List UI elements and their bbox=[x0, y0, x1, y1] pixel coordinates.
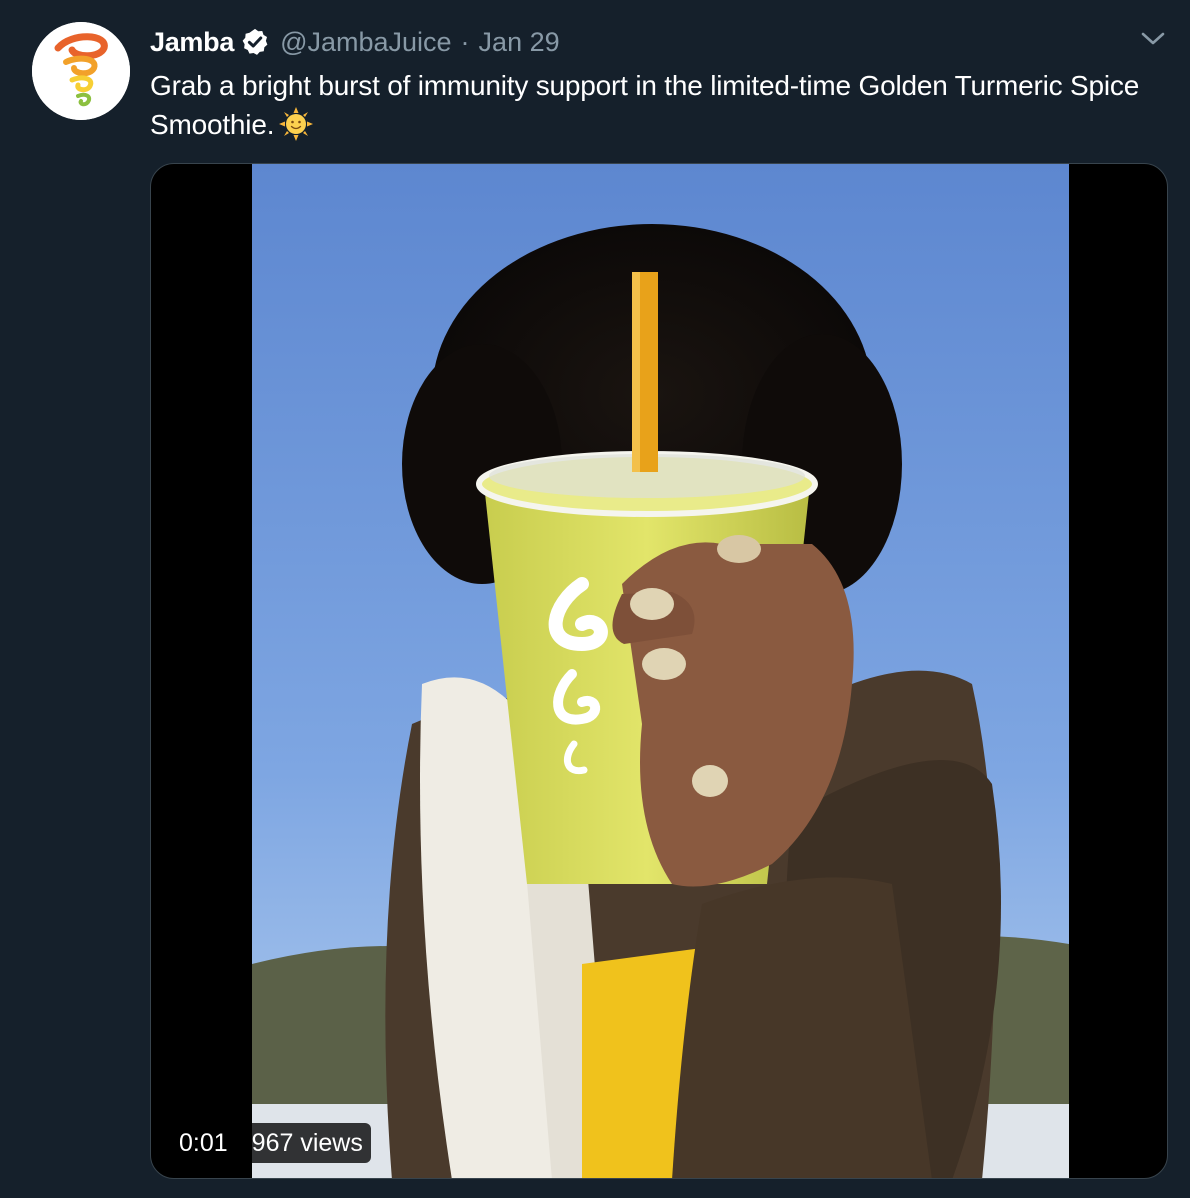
tweet-card[interactable]: Jamba @JambaJuice · Jan 29 Grab a bright… bbox=[0, 0, 1190, 1198]
author-name[interactable]: Jamba bbox=[150, 27, 234, 58]
jamba-swirl-logo bbox=[32, 22, 130, 120]
tweet-text: Grab a bright burst of immunity support … bbox=[150, 66, 1160, 144]
chevron-down-icon[interactable] bbox=[1138, 26, 1168, 52]
smoothie-photo bbox=[252, 164, 1069, 1178]
video-timestamp: 0:01 bbox=[171, 1123, 236, 1163]
tweet-header: Jamba @JambaJuice · Jan 29 bbox=[150, 24, 560, 60]
video-player[interactable]: 0:01 967 views bbox=[150, 163, 1168, 1179]
verified-badge-icon bbox=[240, 27, 270, 57]
sun-with-face-emoji bbox=[278, 106, 314, 142]
video-frame[interactable] bbox=[252, 164, 1069, 1178]
view-count: 967 views bbox=[243, 1123, 371, 1163]
separator-dot: · bbox=[460, 26, 470, 57]
video-overlay-badges: 0:01 967 views bbox=[171, 1123, 371, 1163]
avatar[interactable] bbox=[32, 22, 130, 120]
tweet-date[interactable]: Jan 29 bbox=[479, 27, 560, 58]
author-handle[interactable]: @JambaJuice bbox=[280, 27, 451, 58]
